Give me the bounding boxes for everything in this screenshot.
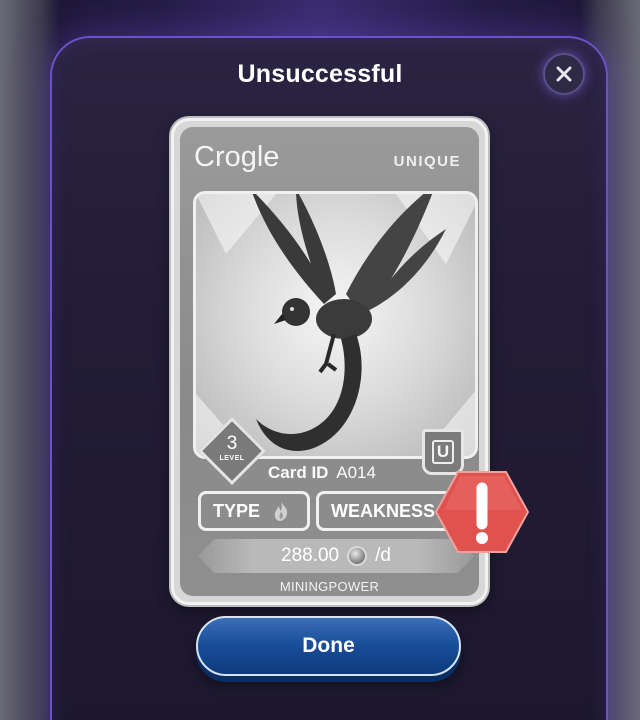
close-button[interactable]	[543, 53, 585, 95]
card-rarity: UNIQUE	[393, 153, 461, 170]
type-pill: TYPE	[198, 491, 310, 531]
card-artwork	[193, 191, 478, 459]
level-label: LEVEL	[219, 455, 245, 462]
level-number: 3	[226, 433, 238, 454]
mining-unit: /d	[375, 545, 391, 566]
weakness-label: WEAKNESS	[331, 500, 436, 521]
done-button[interactable]: Done	[196, 616, 461, 676]
mining-value: 288.00	[281, 545, 340, 566]
type-label: TYPE	[213, 500, 261, 521]
close-icon	[556, 66, 572, 82]
card-name: Crogle	[194, 141, 280, 173]
card-id: Card ID A014	[268, 463, 376, 483]
mining-power-label: MININGPOWER	[279, 579, 380, 594]
card-id-label: Card ID	[268, 463, 329, 482]
rarity-badge-letter: U	[431, 440, 455, 464]
rarity-badge: U	[422, 429, 464, 475]
coin-icon	[347, 546, 368, 566]
creature-illustration	[196, 194, 475, 456]
mining-power-band: 288.00 /d	[198, 539, 474, 573]
fire-icon	[274, 501, 288, 521]
warning-icon	[434, 471, 530, 553]
card-id-value: A014	[336, 463, 376, 482]
